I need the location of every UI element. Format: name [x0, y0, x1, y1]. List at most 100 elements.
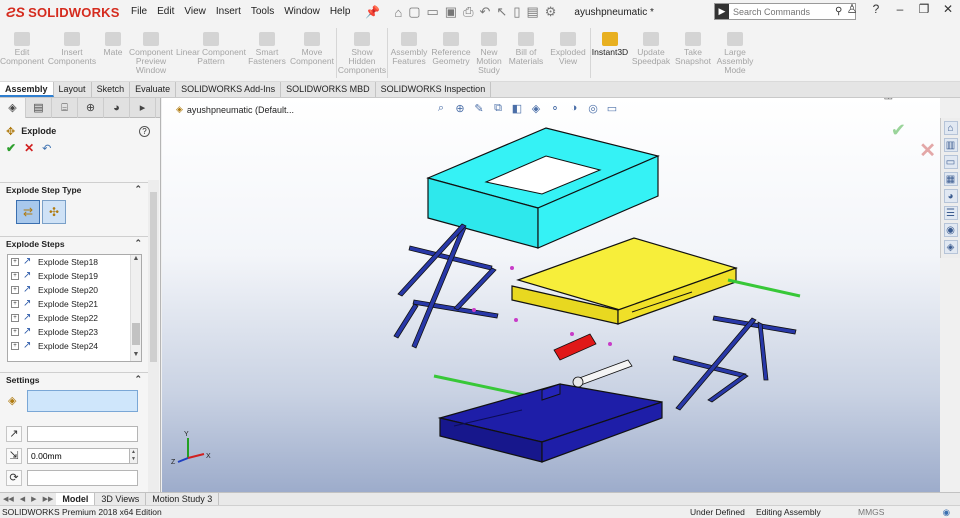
tab-model[interactable]: Model [56, 493, 96, 505]
open-folder-icon[interactable]: ▭ [427, 4, 439, 20]
menu-window[interactable]: Window [279, 0, 325, 24]
menu-tools[interactable]: Tools [246, 0, 279, 24]
appearances-icon[interactable]: ◕ [943, 189, 958, 203]
left-rod-assembly[interactable] [393, 223, 499, 349]
explode-step-item[interactable]: + ↗ Explode Step19 [8, 269, 141, 283]
components-selection-box[interactable] [27, 390, 138, 412]
insert-components-button[interactable]: Insert Components [44, 24, 100, 82]
rotation-axis-field[interactable] [27, 470, 138, 486]
menu-view[interactable]: View [179, 0, 211, 24]
menu-help[interactable]: Help [325, 0, 356, 24]
explode-step-item[interactable]: + ↗ Explode Step18 [8, 255, 141, 269]
feature-manager-tab-icon[interactable]: ◈ [0, 98, 26, 118]
steps-scroll-thumb[interactable] [132, 323, 140, 345]
explode-direction-field[interactable] [27, 426, 138, 442]
steps-scrollbar[interactable]: ▲ ▼ [130, 255, 141, 361]
next-tab-icon[interactable]: ▶ [31, 495, 36, 503]
search-commands-input[interactable] [733, 6, 833, 17]
bill-of-materials-button[interactable]: Bill of Materials [506, 24, 546, 82]
explode-step-item[interactable]: + ↗ Explode Step22 [8, 311, 141, 325]
white-piston-rod-part[interactable] [572, 359, 633, 388]
solidworks-logo[interactable]: ƧS SOLIDWORKS [0, 0, 119, 24]
file-explorer-icon[interactable]: ▭ [943, 155, 958, 169]
design-library-icon[interactable]: ▥ [943, 138, 958, 152]
task-pane-extra-icon[interactable]: ◈ [943, 240, 958, 254]
tab-3d-views[interactable]: 3D Views [95, 493, 147, 505]
collapse-caret-icon[interactable]: ⌃ [134, 374, 142, 385]
select-arrow-icon[interactable]: ↖ [496, 4, 507, 20]
file-properties-icon[interactable]: ▤ [526, 4, 538, 20]
tab-solidworks-add-ins[interactable]: SOLIDWORKS Add-Ins [176, 82, 282, 97]
expand-plus-icon[interactable]: + [11, 314, 19, 322]
new-document-icon[interactable]: ▢ [408, 4, 420, 20]
explode-step-item[interactable]: + ↗ Explode Step20 [8, 283, 141, 297]
right-rod-assembly[interactable] [672, 315, 797, 411]
rotation-icon[interactable]: ⟳ [6, 470, 22, 486]
tab-layout[interactable]: Layout [54, 82, 92, 97]
smart-fasteners-button[interactable]: Smart Fasteners [246, 24, 288, 82]
green-rod-right[interactable] [727, 278, 801, 298]
expand-plus-icon[interactable]: + [11, 342, 19, 350]
tab-motion-study-3[interactable]: Motion Study 3 [146, 493, 220, 505]
home-icon[interactable]: ⌂ [394, 5, 402, 20]
reference-geometry-button[interactable]: Reference Geometry [430, 24, 472, 82]
expand-plus-icon[interactable]: + [11, 286, 19, 294]
scroll-up-icon[interactable]: ▲ [131, 255, 141, 265]
save-icon[interactable]: ▣ [445, 4, 457, 20]
options-gear-icon[interactable]: ⚙ [545, 4, 557, 20]
tab-solidworks-mbd[interactable]: SOLIDWORKS MBD [281, 82, 376, 97]
red-piston-part[interactable] [553, 333, 597, 361]
regular-step-icon[interactable]: ⇄ [16, 200, 40, 224]
graphics-area[interactable]: ◈ ayushpneumatic (Default... ⌕ ⊕ ✎ ⧉ ◧ ◈ … [162, 98, 940, 492]
panel-tabs-scroll-icon[interactable]: ▸ [130, 98, 156, 118]
explode-steps-header[interactable]: Explode Steps ⌃ [0, 236, 148, 250]
custom-properties-icon[interactable]: ☰ [943, 206, 958, 220]
collapse-caret-icon[interactable]: ⌃ [134, 184, 142, 195]
linear-component-pattern-button[interactable]: Linear Component Pattern [176, 24, 246, 82]
exploded-assembly-model[interactable]: Y X Z [162, 98, 940, 492]
search-icon[interactable]: ⚲ [835, 6, 842, 17]
restore-button[interactable]: ❐ [916, 2, 932, 16]
new-motion-study-button[interactable]: New Motion Study [472, 24, 506, 82]
search-scope-icon[interactable]: ▶ [715, 4, 729, 19]
blue-base-plate-part[interactable] [437, 383, 663, 463]
take-snapshot-button[interactable]: Take Snapshot [673, 24, 713, 82]
quick-tips-icon[interactable]: ◉ [943, 506, 950, 518]
edit-component-button[interactable]: Edit Component [0, 24, 44, 82]
expand-plus-icon[interactable]: + [11, 328, 19, 336]
distance-spinner[interactable]: ▲ ▼ [130, 448, 138, 464]
tab-assembly[interactable]: Assembly [0, 82, 54, 97]
panel-scroll-thumb[interactable] [150, 192, 157, 362]
pin-icon[interactable]: 📌 [365, 5, 380, 19]
menu-edit[interactable]: Edit [152, 0, 179, 24]
help-icon[interactable]: ? [139, 125, 150, 137]
explode-distance-field[interactable] [27, 448, 130, 464]
expand-plus-icon[interactable]: + [11, 258, 19, 266]
last-tab-icon[interactable]: ▶▶ [43, 495, 54, 503]
solidworks-forum-icon[interactable]: ◉ [943, 223, 958, 237]
explode-steps-list[interactable]: + ↗ Explode Step18 + ↗ Explode Step19 + ↗ Explod… [7, 254, 142, 362]
explode-step-item[interactable]: + ↗ Explode Step24 [8, 339, 141, 353]
close-button[interactable]: ✕ [940, 2, 956, 16]
yellow-plate-part[interactable] [511, 237, 738, 325]
tab-sketch[interactable]: Sketch [92, 82, 131, 97]
explode-step-item[interactable]: + ↗ Explode Step21 [8, 297, 141, 311]
explode-step-type-header[interactable]: Explode Step Type ⌃ [0, 182, 148, 196]
undo-step-icon[interactable]: ↶ [42, 142, 51, 155]
explode-step-item[interactable]: + ↗ Explode Step23 [8, 325, 141, 339]
radial-step-icon[interactable]: ✣ [42, 200, 66, 224]
mate-button[interactable]: Mate [100, 24, 126, 82]
tab-solidworks-inspection[interactable]: SOLIDWORKS Inspection [376, 82, 492, 97]
settings-header[interactable]: Settings ⌃ [0, 372, 148, 386]
undo-icon[interactable]: ↶ [480, 4, 491, 20]
panel-scrollbar[interactable] [148, 180, 159, 492]
ok-check-icon[interactable]: ✔ [6, 141, 16, 155]
solidworks-resources-icon[interactable]: ⌂ [943, 121, 958, 135]
expand-plus-icon[interactable]: + [11, 300, 19, 308]
move-component-button[interactable]: Move Component [288, 24, 336, 82]
view-palette-icon[interactable]: ▦ [943, 172, 958, 186]
display-manager-tab-icon[interactable]: ◕ [104, 98, 130, 118]
print-icon[interactable]: ⎙ [463, 4, 473, 20]
minimize-button[interactable]: – [892, 2, 908, 16]
prev-tab-icon[interactable]: ◀ [20, 495, 25, 503]
